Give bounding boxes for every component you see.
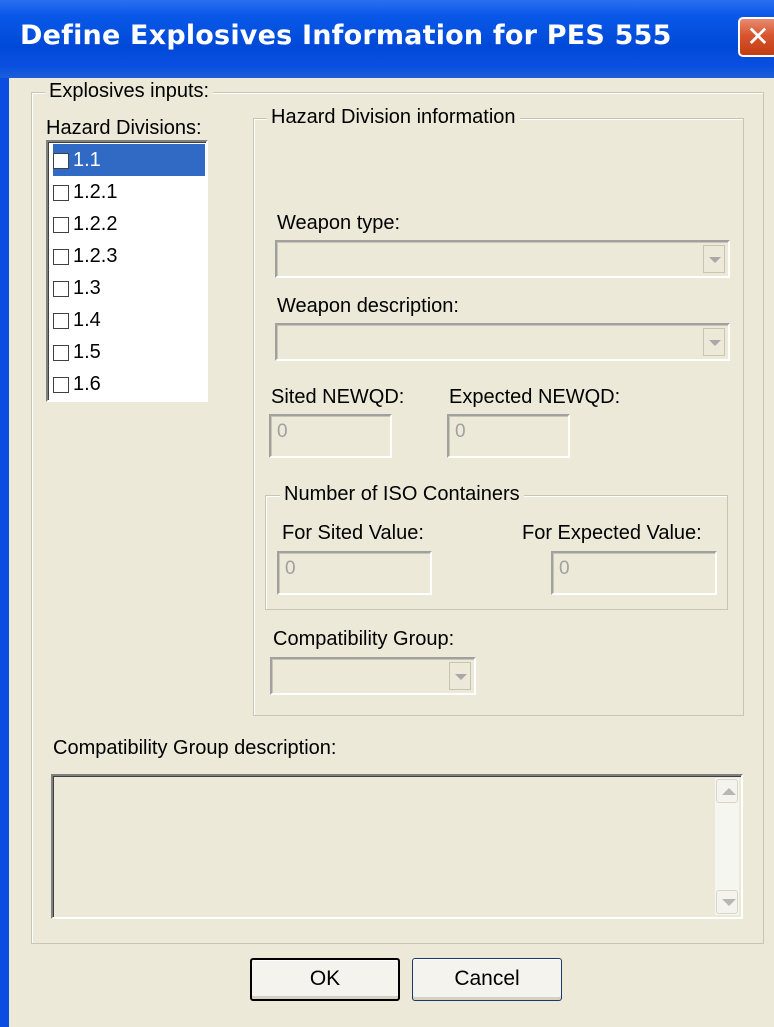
cancel-button[interactable]: Cancel (412, 958, 562, 1001)
iso-sited-field[interactable]: 0 (277, 551, 432, 595)
iso-containers-legend: Number of ISO Containers (280, 483, 524, 506)
window-frame-left (0, 78, 9, 1027)
chevron-up-icon (722, 788, 736, 795)
hazard-division-info-legend: Hazard Division information (267, 106, 520, 129)
weapon-description-combo[interactable] (275, 323, 730, 361)
scroll-down-button[interactable] (716, 890, 738, 914)
checkbox[interactable] (53, 249, 69, 265)
ok-button[interactable]: OK (250, 958, 400, 1001)
title-bar[interactable]: Define Explosives Information for PES 55… (0, 0, 774, 78)
chevron-down-icon (722, 899, 736, 906)
chevron-down-icon[interactable] (703, 245, 725, 273)
close-button[interactable]: ✕ (738, 17, 774, 57)
iso-sited-label: For Sited Value: (282, 522, 424, 544)
vertical-scrollbar[interactable] (715, 778, 739, 915)
checkbox[interactable] (53, 153, 69, 169)
weapon-type-label: Weapon type: (277, 212, 401, 234)
checkbox[interactable] (53, 217, 69, 233)
weapon-type-combo[interactable] (275, 240, 730, 278)
chevron-down-icon[interactable] (449, 662, 471, 690)
explosives-inputs-legend: Explosives inputs: (45, 80, 214, 103)
window-title: Define Explosives Information for PES 55… (20, 20, 672, 51)
iso-expected-label: For Expected Value: (522, 522, 702, 544)
sited-newqd-field[interactable]: 0 (269, 414, 392, 458)
expected-newqd-field[interactable]: 0 (447, 414, 570, 458)
checkbox[interactable] (53, 313, 69, 329)
weapon-description-label: Weapon description: (277, 295, 459, 317)
sited-newqd-label: Sited NEWQD: (271, 386, 405, 408)
checkbox[interactable] (53, 377, 69, 393)
checkbox[interactable] (53, 281, 69, 297)
close-icon: ✕ (746, 20, 770, 53)
compatibility-group-combo[interactable] (270, 657, 476, 695)
checkbox[interactable] (53, 345, 69, 361)
list-item-hd-1-1[interactable]: 1.1 (53, 144, 205, 176)
iso-expected-field[interactable]: 0 (551, 551, 717, 595)
chevron-down-icon[interactable] (703, 328, 725, 356)
scroll-up-button[interactable] (716, 779, 738, 803)
checkbox[interactable] (53, 185, 69, 201)
expected-newqd-label: Expected NEWQD: (449, 386, 621, 408)
hazard-divisions-listbox[interactable]: 1.1 1.2.1 1.2.2 1.2.3 1.3 1.4 1.5 1.6 (46, 140, 208, 402)
compatibility-description-textarea[interactable] (51, 774, 743, 919)
compatibility-description-label: Compatibility Group description: (53, 737, 337, 759)
compatibility-group-label: Compatibility Group: (273, 628, 455, 650)
hazard-divisions-label: Hazard Divisions: (46, 117, 202, 139)
